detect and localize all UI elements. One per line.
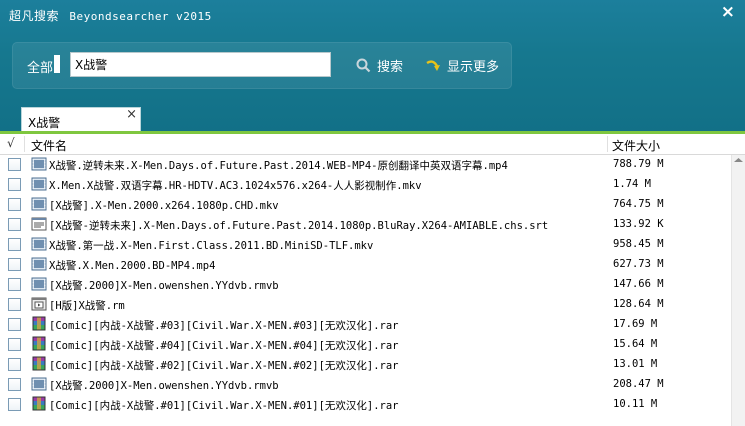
search-icon bbox=[356, 58, 371, 73]
tab-label: X战警 bbox=[28, 116, 61, 130]
row-checkbox[interactable] bbox=[8, 218, 21, 231]
row-checkbox[interactable] bbox=[8, 178, 21, 191]
file-size: 13.01 M bbox=[613, 358, 658, 370]
file-size: 10.11 M bbox=[613, 398, 658, 410]
file-size: 764.75 M bbox=[613, 198, 664, 210]
file-size: 788.79 M bbox=[613, 158, 664, 170]
column-name[interactable]: 文件名 bbox=[31, 137, 67, 154]
file-row[interactable]: [X战警.2000]X-Men.owenshen.YYdvb.rmvb 147.6… bbox=[0, 275, 730, 295]
row-checkbox[interactable] bbox=[8, 158, 21, 171]
file-name[interactable]: [Comic][内战-X战警.#01][Civil.War.X-MEN.#01]… bbox=[49, 398, 399, 413]
file-size: 17.69 M bbox=[613, 318, 658, 330]
file-row[interactable]: [Comic][内战-X战警.#02][Civil.War.X-MEN.#02]… bbox=[0, 355, 730, 375]
file-name[interactable]: X战警.X.Men.2000.BD-MP4.mp4 bbox=[49, 258, 215, 273]
file-name[interactable]: [X战警].X-Men.2000.x264.1080p.CHD.mkv bbox=[49, 198, 279, 213]
arrow-icon bbox=[426, 59, 440, 71]
row-checkbox[interactable] bbox=[8, 378, 21, 391]
file-name[interactable]: [Comic][内战-X战警.#02][Civil.War.X-MEN.#02]… bbox=[49, 358, 399, 373]
file-name[interactable]: [Comic][内战-X战警.#04][Civil.War.X-MEN.#04]… bbox=[49, 338, 399, 353]
row-checkbox[interactable] bbox=[8, 358, 21, 371]
row-checkbox[interactable] bbox=[8, 318, 21, 331]
file-row[interactable]: [H版]X战警.rm 128.64 M bbox=[0, 295, 730, 315]
column-size[interactable]: 文件大小 bbox=[612, 137, 660, 154]
file-size: 133.92 K bbox=[613, 218, 664, 230]
file-size: 147.66 M bbox=[613, 278, 664, 290]
app-name: 超凡搜索 bbox=[9, 9, 60, 23]
tab-result[interactable]: X战警 × bbox=[21, 107, 141, 132]
file-row[interactable]: [Comic][内战-X战警.#04][Civil.War.X-MEN.#04]… bbox=[0, 335, 730, 355]
file-size: 958.45 M bbox=[613, 238, 664, 250]
window-title: 超凡搜索 Beyondsearcher v2015 bbox=[9, 7, 212, 24]
column-header: √ 文件名 文件大小 bbox=[0, 134, 745, 155]
scope-dropdown-icon[interactable] bbox=[54, 55, 60, 73]
file-row[interactable]: [X战警-逆转未来].X-Men.Days.of.Future.Past.201… bbox=[0, 215, 730, 235]
video-file-icon bbox=[31, 176, 47, 192]
file-row[interactable]: [Comic][内战-X战警.#01][Civil.War.X-MEN.#01]… bbox=[0, 395, 730, 415]
file-name[interactable]: X战警.逆转未来.X-Men.Days.of.Future.Past.2014.… bbox=[49, 158, 508, 173]
text-file-icon bbox=[31, 216, 47, 232]
file-row[interactable]: X战警.X.Men.2000.BD-MP4.mp4 627.73 M bbox=[0, 255, 730, 275]
file-size: 627.73 M bbox=[613, 258, 664, 270]
row-checkbox[interactable] bbox=[8, 278, 21, 291]
file-size: 15.64 M bbox=[613, 338, 658, 350]
file-name[interactable]: [H版]X战警.rm bbox=[49, 298, 125, 313]
row-checkbox[interactable] bbox=[8, 198, 21, 211]
file-name[interactable]: [X战警.2000]X-Men.owenshen.YYdvb.rmvb bbox=[49, 378, 279, 393]
scroll-up-icon[interactable] bbox=[733, 157, 744, 163]
archive-file-icon bbox=[31, 316, 47, 332]
app-version: Beyondsearcher v2015 bbox=[69, 10, 212, 23]
archive-file-icon bbox=[31, 356, 47, 372]
column-divider bbox=[24, 136, 25, 152]
file-name[interactable]: [Comic][内战-X战警.#03][Civil.War.X-MEN.#03]… bbox=[49, 318, 399, 333]
row-checkbox[interactable] bbox=[8, 338, 21, 351]
video-file-icon bbox=[31, 376, 47, 392]
file-row[interactable]: X战警.第一战.X-Men.First.Class.2011.BD.MiniSD… bbox=[0, 235, 730, 255]
show-more-button[interactable]: 显示更多 bbox=[425, 56, 499, 75]
file-name[interactable]: X.Men.X战警.双语字幕.HR-HDTV.AC3.1024x576.x264… bbox=[49, 178, 422, 193]
archive-file-icon bbox=[31, 336, 47, 352]
row-checkbox[interactable] bbox=[8, 398, 21, 411]
file-row[interactable]: [X战警].X-Men.2000.x264.1080p.CHD.mkv 764.7… bbox=[0, 195, 730, 215]
column-divider bbox=[607, 136, 608, 152]
show-more-label: 显示更多 bbox=[447, 60, 500, 75]
video-file-icon bbox=[31, 156, 47, 172]
row-checkbox[interactable] bbox=[8, 258, 21, 271]
vertical-scrollbar[interactable] bbox=[731, 155, 745, 426]
file-size: 208.47 M bbox=[613, 378, 664, 390]
file-name[interactable]: [X战警-逆转未来].X-Men.Days.of.Future.Past.201… bbox=[49, 218, 548, 233]
tab-close-icon[interactable]: × bbox=[126, 107, 137, 122]
column-check[interactable]: √ bbox=[7, 136, 15, 150]
file-name[interactable]: X战警.第一战.X-Men.First.Class.2011.BD.MiniSD… bbox=[49, 238, 373, 253]
file-row[interactable]: X.Men.X战警.双语字幕.HR-HDTV.AC3.1024x576.x264… bbox=[0, 175, 730, 195]
archive-file-icon bbox=[31, 396, 47, 412]
file-size: 128.64 M bbox=[613, 298, 664, 310]
file-size: 1.74 M bbox=[613, 178, 651, 190]
search-button-label: 搜索 bbox=[377, 60, 404, 75]
file-row[interactable]: X战警.逆转未来.X-Men.Days.of.Future.Past.2014.… bbox=[0, 155, 730, 175]
video-file-icon bbox=[31, 276, 47, 292]
row-checkbox[interactable] bbox=[8, 298, 21, 311]
scope-selector[interactable]: 全部 bbox=[27, 57, 53, 76]
video-file-icon bbox=[31, 196, 47, 212]
media-file-icon bbox=[31, 296, 47, 312]
file-row[interactable]: [X战警.2000]X-Men.owenshen.YYdvb.rmvb 208.4… bbox=[0, 375, 730, 395]
close-icon[interactable]: × bbox=[721, 2, 735, 22]
search-input[interactable] bbox=[70, 52, 331, 77]
search-button[interactable]: 搜索 bbox=[356, 56, 403, 75]
row-checkbox[interactable] bbox=[8, 238, 21, 251]
header-panel: 超凡搜索 Beyondsearcher v2015 × 全部 搜索 显示更多 X… bbox=[0, 0, 745, 132]
file-row[interactable]: [Comic][内战-X战警.#03][Civil.War.X-MEN.#03]… bbox=[0, 315, 730, 335]
file-name[interactable]: [X战警.2000]X-Men.owenshen.YYdvb.rmvb bbox=[49, 278, 279, 293]
video-file-icon bbox=[31, 256, 47, 272]
video-file-icon bbox=[31, 236, 47, 252]
